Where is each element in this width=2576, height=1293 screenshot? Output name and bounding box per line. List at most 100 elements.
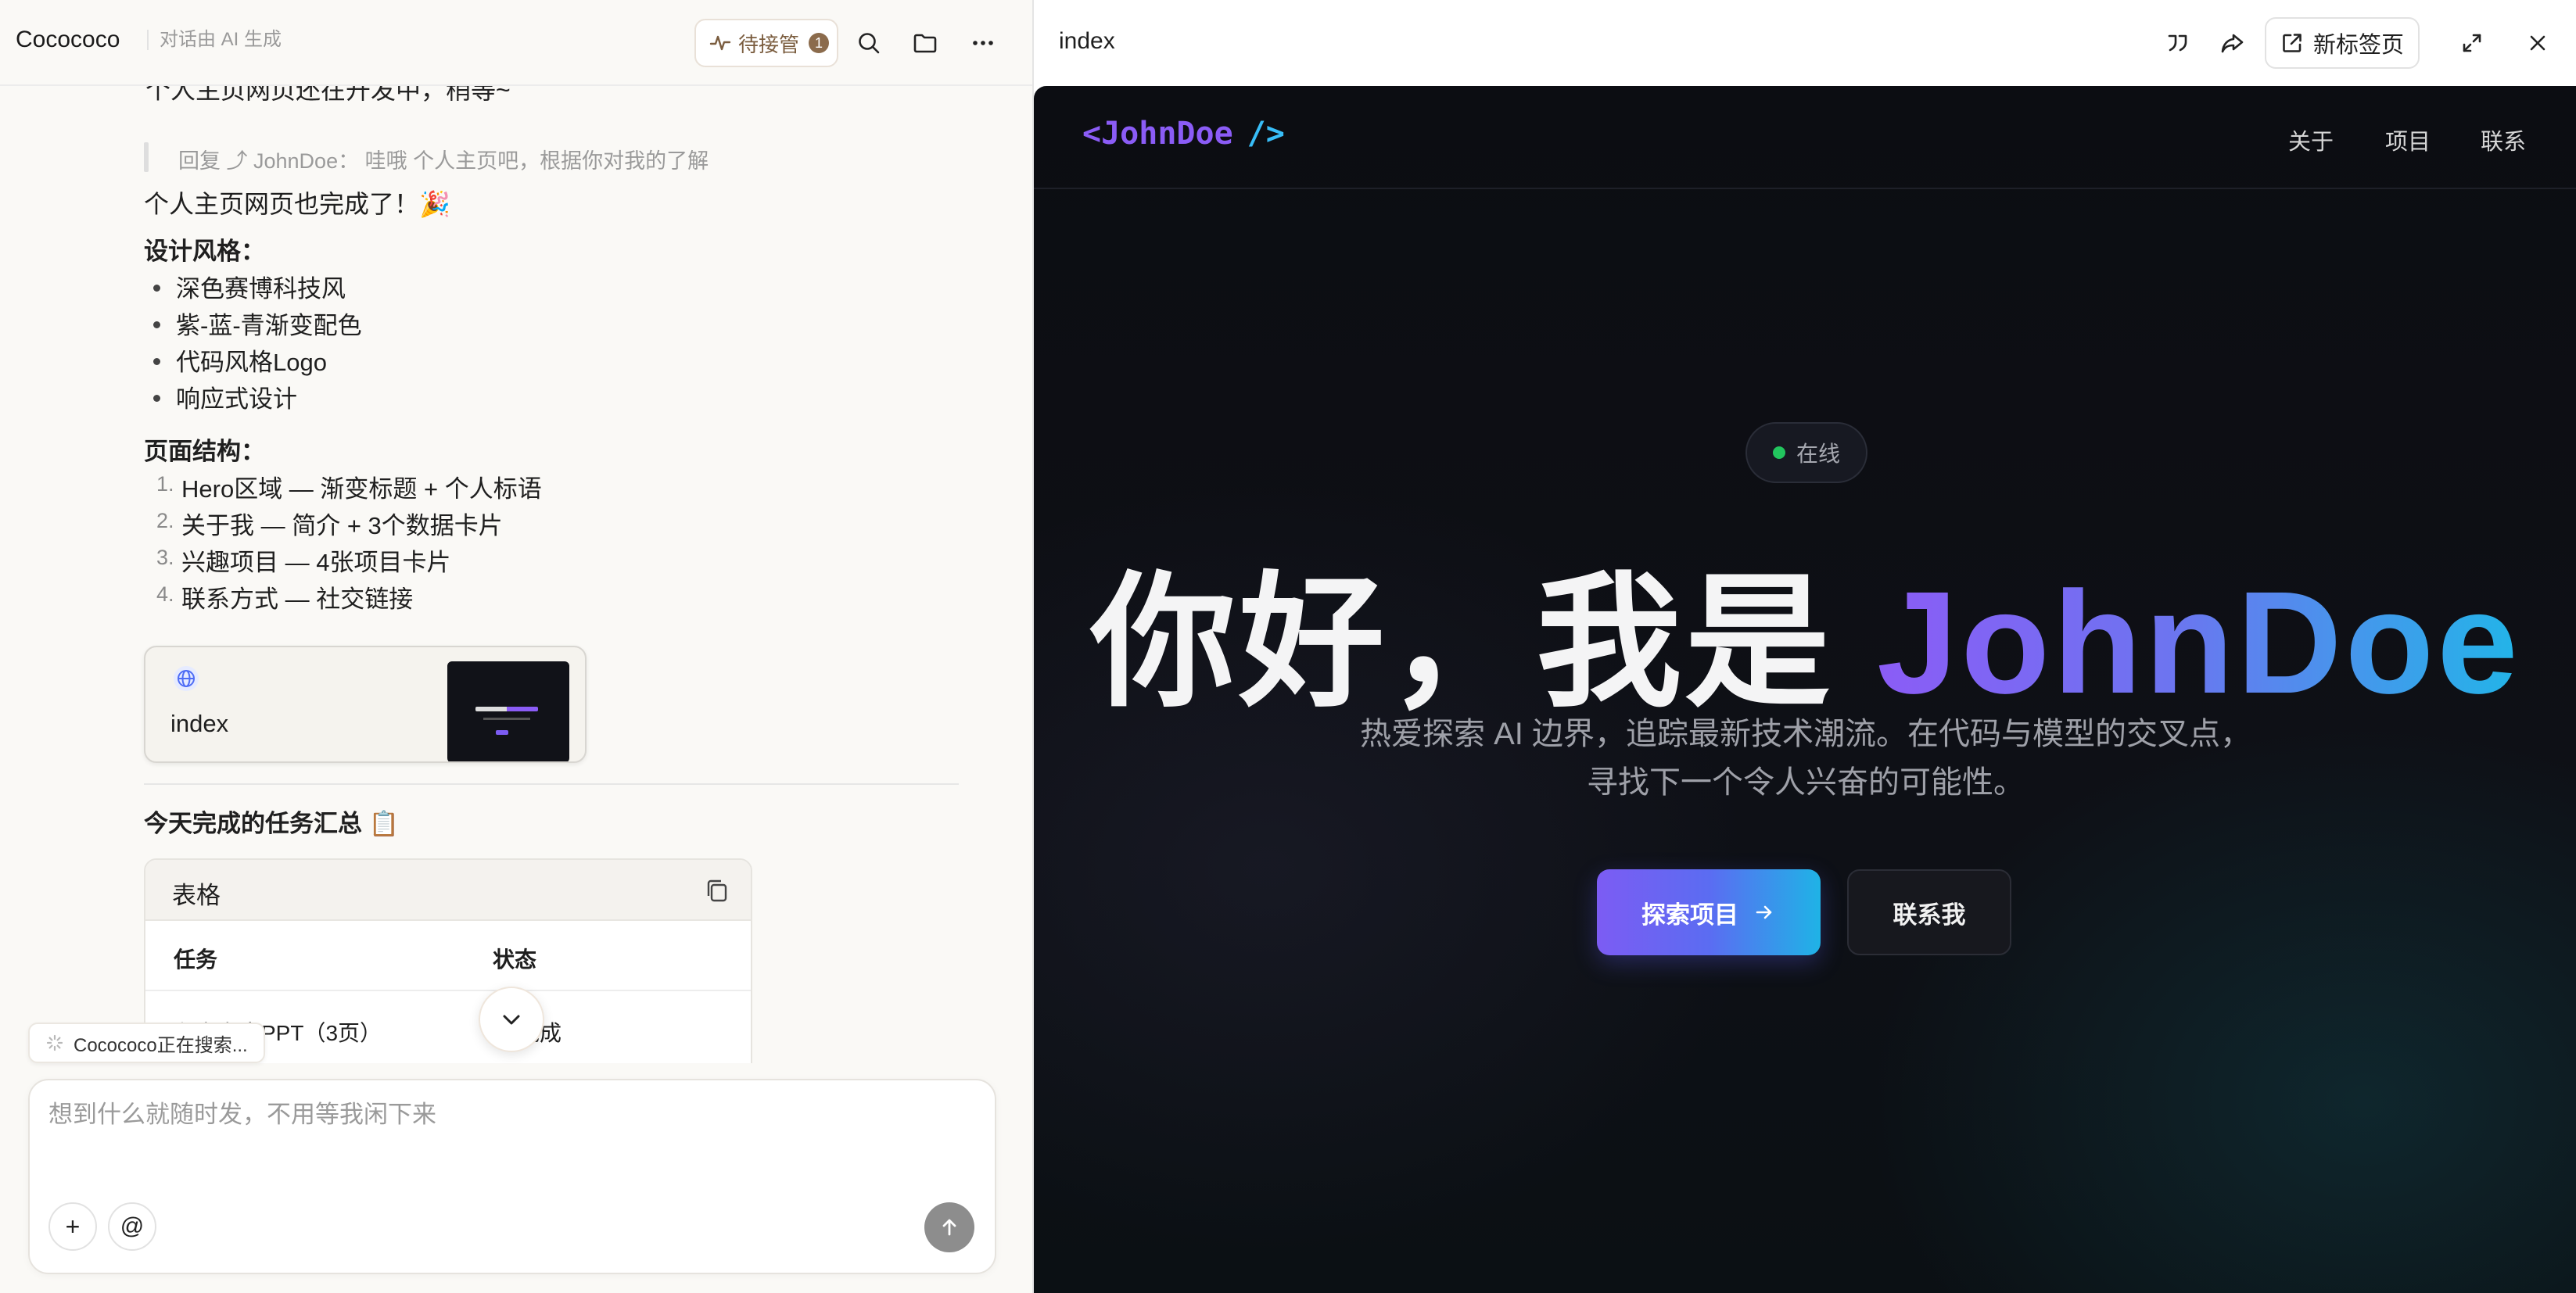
list-number: 3. (156, 546, 174, 569)
share-button[interactable] (2212, 22, 2254, 64)
bullet-dot (153, 358, 160, 365)
new-tab-label: 新标签页 (2312, 33, 2404, 58)
message-input[interactable] (48, 1101, 971, 1129)
list-item: Hero区域 — 渐变标题 + 个人标语 (181, 475, 542, 503)
status-toast: Cocococo正在搜索... (28, 1023, 265, 1063)
app-name: Cocococo (16, 27, 120, 52)
chat-panel: 个人主页网页还在开发中，稍等~ 回复 ⤴ JohnDoe： 哇哦 个人主页吧，根… (0, 0, 1032, 1293)
status-badge: 在线 (1745, 422, 1867, 483)
loading-spinner-icon (46, 1034, 63, 1051)
pending-takeover-button[interactable]: 待接管 1 (694, 19, 838, 67)
share-icon (2221, 34, 2244, 53)
hero-subtitle-line1: 热爱探索 AI 边界，追踪最新技术潮流。在代码与模型的交叉点， (1359, 717, 2252, 751)
add-attachment-button[interactable]: + (48, 1202, 97, 1251)
bullet-dot (153, 395, 160, 402)
explore-projects-button[interactable]: 探索项目 (1597, 869, 1821, 955)
message-text: 个人主页网页还在开发中，稍等~ (145, 86, 511, 104)
design-heading: 设计风格： (144, 238, 265, 265)
globe-icon (174, 666, 199, 691)
thumbnail-subtitle (483, 718, 530, 720)
quote-button[interactable] (2157, 22, 2199, 64)
website-preview[interactable]: <JohnDoe /> 关于 项目 联系 在线 你好，我是 JohnDoe 热爱探… (1034, 86, 2576, 1293)
quote-bar (144, 142, 149, 172)
send-button[interactable] (924, 1202, 974, 1252)
list-item: 代码风格Logo (176, 349, 327, 376)
table-label: 表格 (172, 882, 221, 909)
scroll-to-bottom-button[interactable] (479, 987, 544, 1052)
contact-me-button[interactable]: 联系我 (1847, 869, 2011, 955)
explore-label: 探索项目 (1641, 901, 1738, 929)
folder-button[interactable] (904, 22, 946, 64)
list-item: 紫-蓝-青渐变配色 (176, 312, 362, 339)
arrow-right-icon (1756, 905, 1772, 919)
chat-header: Cocococo 对话由 AI 生成 待接管 1 (0, 0, 1032, 86)
search-button[interactable] (848, 22, 890, 64)
divider (144, 783, 959, 785)
plus-icon: + (65, 1212, 81, 1241)
list-item: 兴趣项目 — 4张项目卡片 (181, 549, 451, 576)
expand-button[interactable] (2451, 22, 2493, 64)
activity-icon (709, 35, 731, 51)
hero-title-name: JohnDoe (1877, 562, 2521, 724)
pending-label: 待接管 (738, 32, 800, 56)
nav-link-contact[interactable]: 联系 (2481, 124, 2526, 156)
expand-icon (2463, 34, 2481, 52)
file-name: index (170, 710, 229, 737)
copy-icon[interactable] (702, 876, 734, 907)
reply-quote[interactable]: 回复 ⤴ JohnDoe： 哇哦 个人主页吧，根据你对我的了解 (178, 144, 709, 174)
thumbnail-title (475, 707, 538, 711)
list-item: 响应式设计 (176, 385, 297, 413)
hero-subtitle-line2: 寻找下一个令人兴奋的可能性。 (1587, 765, 2025, 800)
message-text: 个人主页网页也完成了！🎉 (144, 190, 450, 218)
close-icon (2530, 35, 2546, 51)
mention-button[interactable]: @ (108, 1202, 156, 1251)
table-column-row: 任务 状态 (145, 921, 751, 991)
preview-title: index (1059, 28, 1115, 54)
list-number: 1. (156, 472, 174, 496)
structure-heading: 页面结构： (144, 438, 265, 465)
more-icon (973, 41, 993, 45)
table-header-bar: 表格 (145, 860, 751, 921)
thumbnail-button (496, 730, 508, 735)
preview-header: index 新标签页 (1034, 0, 2576, 86)
at-icon: @ (120, 1213, 145, 1239)
arrow-up-icon (942, 1219, 956, 1236)
file-thumbnail (447, 661, 569, 761)
open-new-tab-button[interactable]: 新标签页 (2265, 17, 2420, 69)
summary-title: 今天完成的任务汇总 📋 (144, 810, 400, 837)
chevron-down-icon (503, 1015, 520, 1025)
chat-scroll-area[interactable]: 个人主页网页还在开发中，稍等~ 回复 ⤴ JohnDoe： 哇哦 个人主页吧，根… (0, 86, 1032, 1063)
logo-slash: /> (1247, 116, 1285, 152)
bullet-dot (153, 285, 160, 292)
list-number: 2. (156, 509, 174, 532)
status-toast-text: Cocococo正在搜索... (74, 1034, 248, 1056)
contact-label: 联系我 (1893, 901, 1966, 929)
site-navbar: <JohnDoe /> 关于 项目 联系 (1034, 86, 2576, 189)
file-card-index[interactable]: index (144, 646, 587, 763)
list-item: 深色赛博科技风 (176, 275, 346, 303)
status-text: 在线 (1796, 442, 1840, 466)
pending-count-badge: 1 (809, 33, 830, 53)
list-number: 4. (156, 582, 174, 606)
ai-generated-note: 对话由 AI 生成 (147, 30, 282, 50)
list-item: 联系方式 — 社交链接 (181, 586, 414, 613)
message-composer: + @ (28, 1079, 996, 1274)
column-header-status: 状态 (493, 947, 537, 972)
quote-icon (2168, 34, 2187, 52)
site-logo[interactable]: <JohnDoe /> (1082, 116, 1285, 152)
more-button[interactable] (962, 22, 1004, 64)
preview-panel: index 新标签页 <JohnDoe /> 关于 项目 联系 在线 你好，我是… (1032, 0, 2576, 1293)
list-item: 关于我 — 简介 + 3个数据卡片 (181, 512, 503, 539)
hero-title-prefix: 你好，我是 (1090, 562, 1877, 724)
nav-link-about[interactable]: 关于 (2288, 124, 2334, 156)
column-header-task: 任务 (174, 947, 218, 972)
search-icon (859, 33, 880, 54)
hero-title: 你好，我是 JohnDoe (1034, 524, 2576, 735)
external-link-icon (2283, 34, 2302, 52)
nav-link-projects[interactable]: 项目 (2385, 124, 2431, 156)
close-button[interactable] (2517, 22, 2559, 64)
bullet-dot (153, 321, 160, 328)
logo-text: <JohnDoe (1082, 116, 1233, 152)
folder-icon (913, 34, 937, 53)
online-dot (1772, 446, 1785, 459)
